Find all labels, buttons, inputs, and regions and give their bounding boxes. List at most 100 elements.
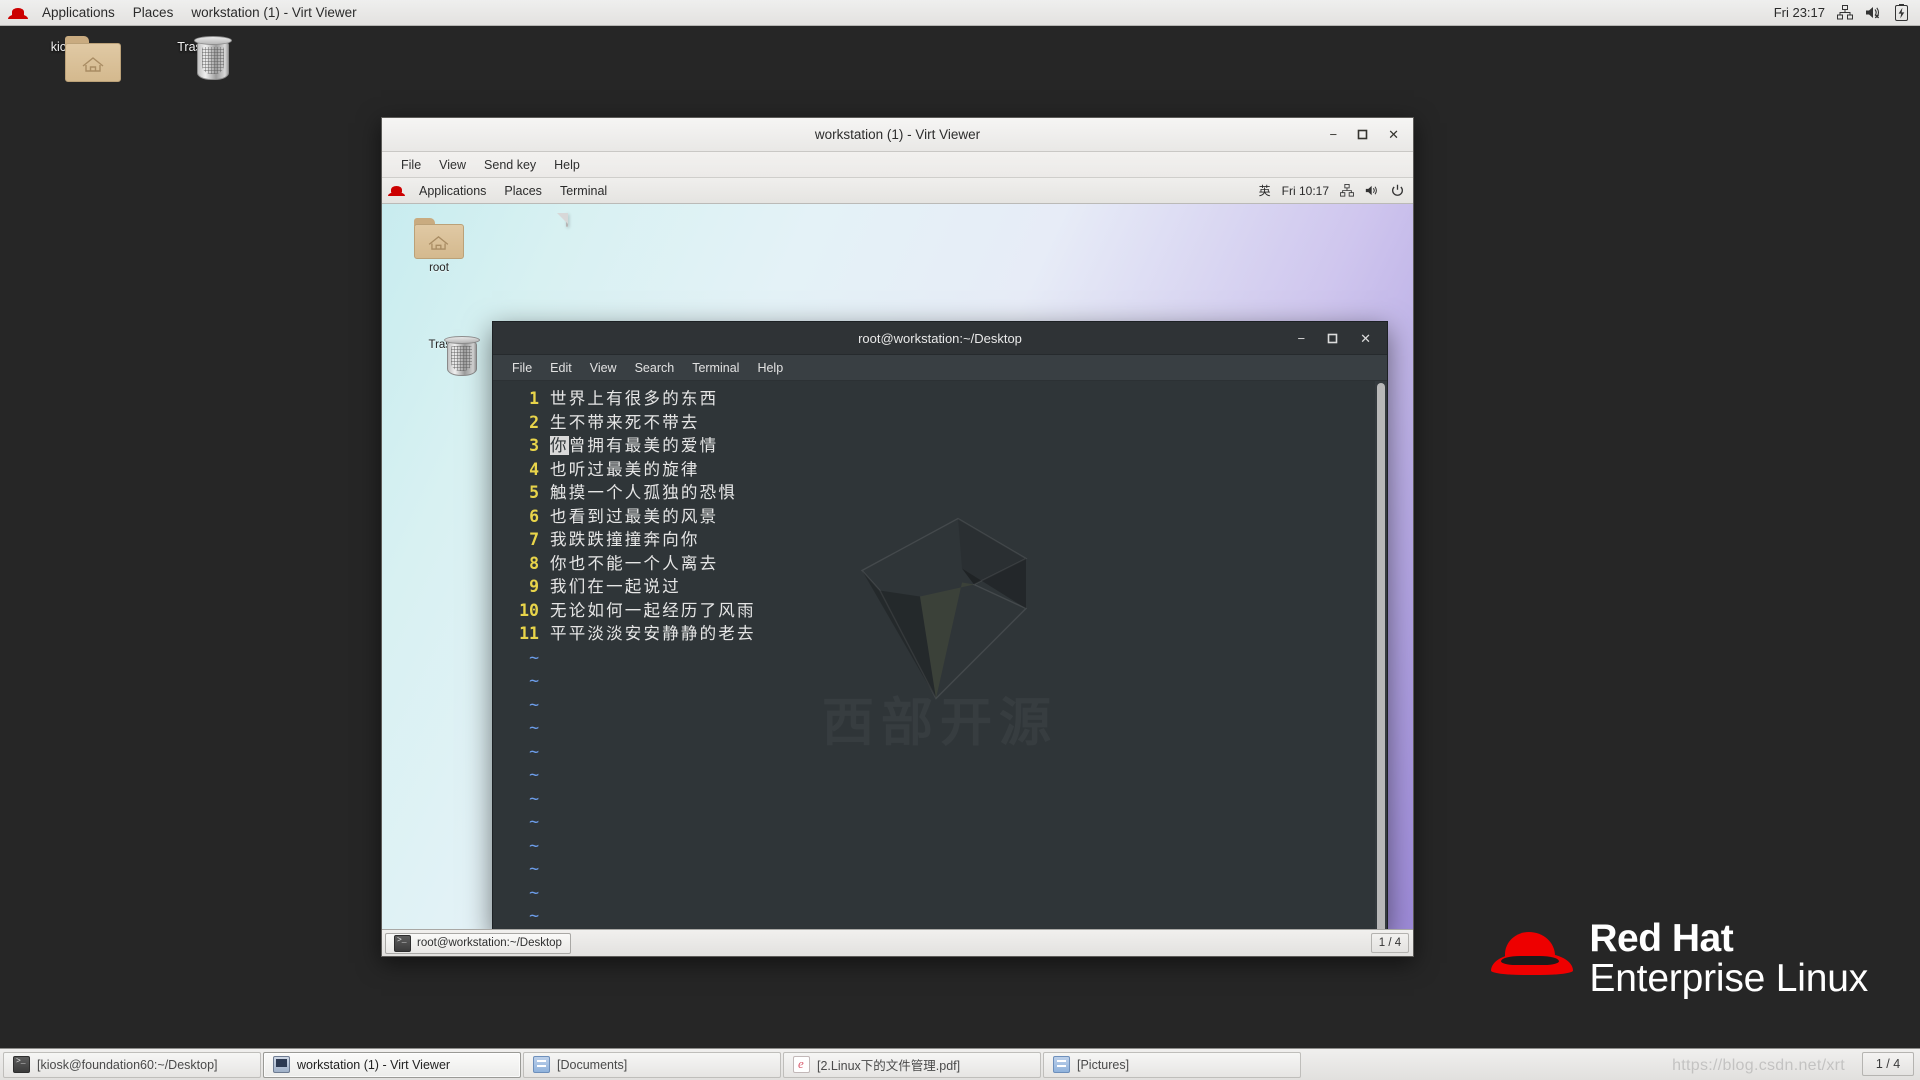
virt-viewer-title: workstation (1) - Virt Viewer: [814, 127, 981, 142]
vim-line-number: 7: [529, 530, 539, 549]
taskbar-item-label: workstation (1) - Virt Viewer: [297, 1057, 451, 1072]
vim-line: 1 世界上有很多的东西: [497, 387, 1375, 411]
vim-line-text: 触摸一个人孤独的恐惧: [550, 483, 737, 502]
host-top-panel: Applications Places workstation (1) - Vi…: [0, 0, 1920, 26]
network-icon[interactable]: [1340, 184, 1354, 197]
terminal-window[interactable]: root@workstation:~/Desktop − ✕ File Edit: [492, 321, 1388, 929]
taskbar-item-pictures[interactable]: [Pictures]: [1043, 1051, 1301, 1078]
battery-icon[interactable]: [1895, 4, 1908, 21]
vim-empty-line: ~: [497, 740, 1375, 764]
network-icon[interactable]: [1837, 5, 1853, 20]
taskbar-item-pdf[interactable]: [2.Linux下的文件管理.pdf]: [783, 1051, 1041, 1078]
monitor-icon: [273, 1056, 290, 1073]
document-icon: [566, 213, 568, 227]
virt-menu-help[interactable]: Help: [546, 156, 588, 174]
power-icon[interactable]: [1391, 184, 1404, 197]
vim-editor[interactable]: 1 世界上有很多的东西 2 生不带来死不带去 3 你曾拥有最美的爱情 4 也听过最美的旋律 5 触…: [493, 381, 1375, 929]
vim-line-text: 生不带来死不带去: [550, 412, 700, 432]
desktop-icon-kiosk[interactable]: kiosk: [22, 36, 121, 82]
minimize-button[interactable]: −: [1298, 332, 1306, 345]
vim-empty-line: ~: [497, 857, 1375, 881]
terminal-icon: [394, 934, 411, 952]
vim-tilde-marker: ~: [529, 694, 539, 714]
vim-line: 6 也看到过最美的风景: [497, 505, 1375, 529]
guest-workspace-indicator[interactable]: 1 / 4: [1371, 933, 1409, 953]
vim-tilde-marker: ~: [529, 671, 539, 690]
vim-tilde-marker: ~: [529, 788, 539, 808]
taskbar-item-label: [Pictures]: [1077, 1057, 1130, 1072]
guest-vm-screen: Applications Places Terminal 英 Fri 10:17: [382, 178, 1413, 956]
close-button[interactable]: ✕: [1360, 332, 1371, 345]
taskbar-item-documents[interactable]: [Documents]: [523, 1051, 781, 1078]
vim-empty-line: ~: [497, 669, 1375, 693]
taskbar-item-kiosk-terminal[interactable]: [kiosk@foundation60:~/Desktop]: [3, 1051, 261, 1078]
virt-menu-file[interactable]: File: [393, 156, 429, 174]
vim-line-text: 无论如何一起经历了风雨: [550, 600, 756, 620]
host-workspace-indicator[interactable]: 1 / 4: [1862, 1052, 1914, 1076]
virt-viewer-window[interactable]: workstation (1) - Virt Viewer − ✕ File V…: [381, 117, 1414, 957]
pdf-icon: [793, 1056, 810, 1073]
vim-line-text: 世界上有很多的东西: [550, 389, 719, 408]
host-panel-tray: Fri 23:17: [1774, 4, 1920, 21]
host-clock[interactable]: Fri 23:17: [1774, 5, 1825, 20]
guest-task-button-label: root@workstation:~/Desktop: [417, 937, 562, 949]
vim-tilde-marker: ~: [529, 882, 539, 902]
guest-desktop-icon-trash[interactable]: Trash: [404, 336, 482, 376]
vim-tilde-marker: ~: [529, 859, 539, 878]
term-menu-view[interactable]: View: [581, 359, 626, 377]
vim-empty-line: ~: [497, 834, 1375, 858]
guest-task-button-terminal[interactable]: root@workstation:~/Desktop: [385, 932, 571, 954]
redhat-logo-icon: [8, 6, 28, 20]
virt-viewer-titlebar[interactable]: workstation (1) - Virt Viewer − ✕: [382, 118, 1413, 152]
guest-menu-applications[interactable]: Applications: [410, 182, 495, 200]
vim-tilde-marker: ~: [529, 765, 539, 784]
volume-icon[interactable]: [1365, 184, 1380, 197]
maximize-button[interactable]: [1327, 333, 1338, 344]
vim-line: 10 无论如何一起经历了风雨: [497, 599, 1375, 623]
term-menu-help[interactable]: Help: [748, 359, 792, 377]
scrollbar-thumb[interactable]: [1377, 383, 1385, 929]
term-menu-file[interactable]: File: [503, 359, 541, 377]
term-menu-edit[interactable]: Edit: [541, 359, 581, 377]
host-menu-window-title[interactable]: workstation (1) - Virt Viewer: [182, 0, 365, 26]
guest-menu-places[interactable]: Places: [495, 182, 551, 200]
virt-menu-view[interactable]: View: [431, 156, 474, 174]
taskbar-item-label: [kiosk@foundation60:~/Desktop]: [37, 1057, 218, 1072]
virt-viewer-menubar: File View Send key Help: [382, 152, 1413, 178]
host-menu-places[interactable]: Places: [124, 0, 183, 26]
volume-muted-icon[interactable]: [1865, 5, 1883, 20]
vim-line: 7 我跌跌撞撞奔向你: [497, 528, 1375, 552]
terminal-body[interactable]: 西部开源 1世界上有很多的东西2生不带来死不带去3你曾拥有最美的爱情4也听过最美…: [493, 381, 1387, 929]
guest-desktop: root Trash root@workstation:~/Desktop − …: [382, 204, 1413, 929]
vim-line-text: 我跌跌撞撞奔向你: [550, 530, 700, 549]
taskbar-item-virt-viewer[interactable]: workstation (1) - Virt Viewer: [263, 1051, 521, 1078]
terminal-icon: [13, 1056, 30, 1073]
vim-tilde-marker: ~: [529, 906, 539, 925]
redhat-enterprise-linux-branding: Red Hat Enterprise Linux: [1491, 918, 1868, 1000]
vim-tilde-marker: ~: [529, 647, 539, 667]
host-menu-applications[interactable]: Applications: [33, 0, 124, 26]
minimize-button[interactable]: −: [1330, 127, 1338, 142]
guest-panel-tray: 英 Fri 10:17: [1259, 182, 1413, 199]
vim-tilde-marker: ~: [529, 835, 539, 855]
guest-menu-terminal[interactable]: Terminal: [551, 182, 616, 200]
vim-line: 9 我们在一起说过: [497, 575, 1375, 599]
input-method-indicator[interactable]: 英: [1259, 182, 1271, 199]
guest-desktop-icon-document[interactable]: [528, 213, 606, 229]
term-menu-terminal[interactable]: Terminal: [683, 359, 748, 377]
redhat-fedora-hat-icon: [1491, 923, 1574, 981]
virt-menu-send-key[interactable]: Send key: [476, 156, 544, 174]
terminal-titlebar[interactable]: root@workstation:~/Desktop − ✕: [493, 322, 1387, 355]
desktop-icon-trash[interactable]: Trash: [150, 36, 236, 80]
terminal-menubar: File Edit View Search Terminal Help: [493, 355, 1387, 381]
guest-desktop-icon-label: root: [429, 262, 449, 274]
vim-line-number: 2: [529, 412, 539, 432]
maximize-button[interactable]: [1357, 129, 1368, 140]
terminal-scrollbar[interactable]: [1375, 381, 1387, 929]
close-button[interactable]: ✕: [1388, 127, 1399, 142]
term-menu-search[interactable]: Search: [626, 359, 684, 377]
vim-empty-line: ~: [497, 646, 1375, 670]
vim-empty-line: ~: [497, 763, 1375, 787]
guest-clock[interactable]: Fri 10:17: [1282, 184, 1329, 198]
guest-desktop-icon-root[interactable]: root: [400, 218, 478, 274]
